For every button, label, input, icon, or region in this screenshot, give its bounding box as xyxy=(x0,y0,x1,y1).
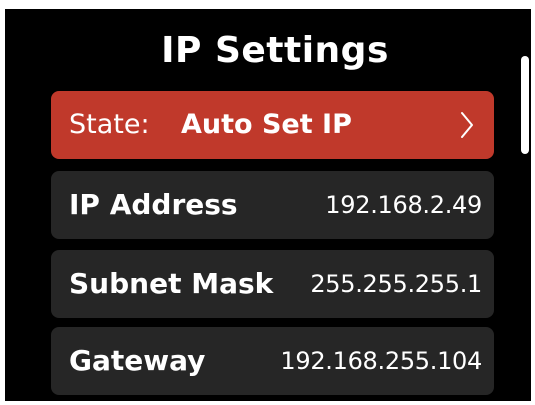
subnet-mask-value: 255.255.255.1 xyxy=(310,270,482,298)
ip-address-row[interactable]: IP Address 192.168.2.49 xyxy=(51,171,494,239)
state-row[interactable]: State: Auto Set IP xyxy=(51,91,494,159)
state-label: State: xyxy=(69,109,150,140)
state-value: Auto Set IP xyxy=(181,109,352,140)
scrollbar[interactable] xyxy=(521,56,529,154)
ip-settings-screen: IP Settings State: Auto Set IP IP Addres… xyxy=(5,9,531,401)
ip-address-label: IP Address xyxy=(69,188,238,221)
chevron-right-icon xyxy=(461,112,473,138)
page-title: IP Settings xyxy=(161,30,389,71)
gateway-value: 192.168.255.104 xyxy=(280,347,482,375)
gateway-row[interactable]: Gateway 192.168.255.104 xyxy=(51,327,494,395)
subnet-mask-label: Subnet Mask xyxy=(69,267,274,300)
ip-address-value: 192.168.2.49 xyxy=(325,191,482,219)
gateway-label: Gateway xyxy=(69,344,206,377)
subnet-mask-row[interactable]: Subnet Mask 255.255.255.1 xyxy=(51,250,494,318)
